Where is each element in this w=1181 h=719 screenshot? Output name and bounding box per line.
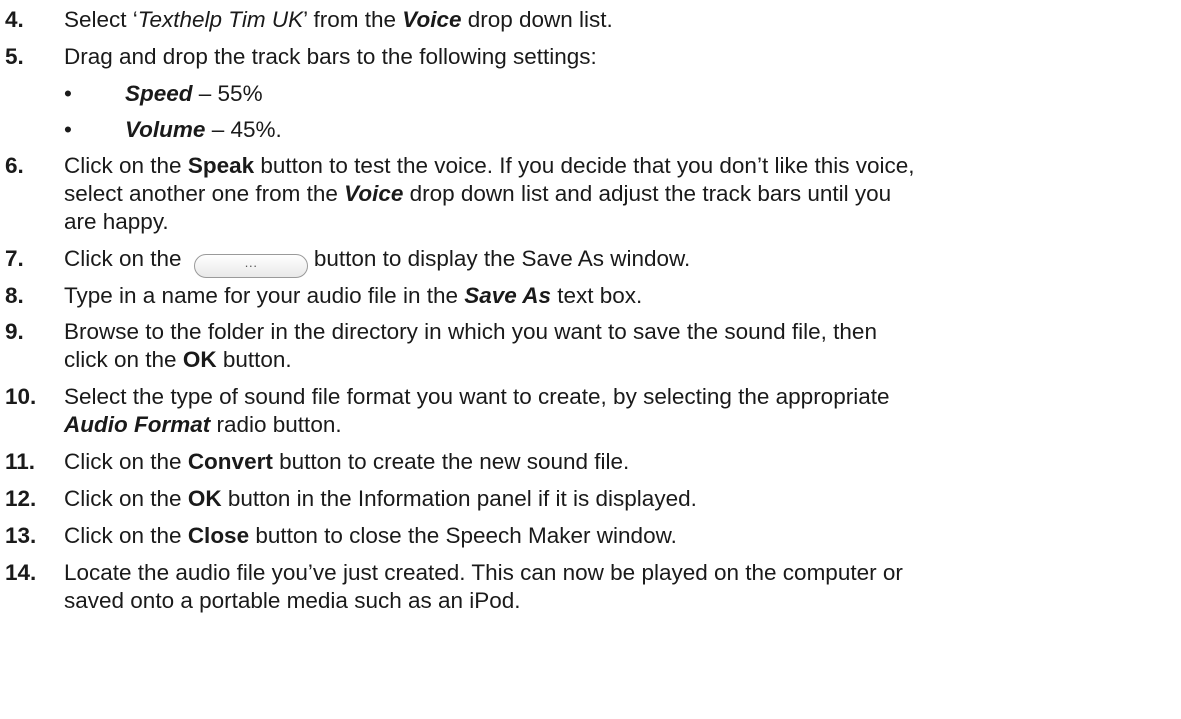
setting-label: Speed <box>125 81 193 106</box>
setting-label: Volume <box>125 117 206 142</box>
step-number: 14. <box>5 560 37 585</box>
step-number: 7. <box>5 246 24 271</box>
step-number: 10. <box>5 384 37 409</box>
step-text: Click on the Convert button to create th… <box>64 449 630 474</box>
step-text: Drag and drop the track bars to the foll… <box>64 44 597 69</box>
step-text: Type in a name for your audio file in th… <box>64 283 643 308</box>
setting-value: – 55% <box>192 81 263 106</box>
step-number: 11. <box>5 449 36 474</box>
bullet-icon: • <box>64 117 72 142</box>
step-text: Browse to the folder in the directory in… <box>64 319 877 372</box>
step-text: Locate the audio file you’ve just create… <box>64 560 903 613</box>
step-text: Click on the OK button in the Informatio… <box>64 486 697 511</box>
setting-value: – 45%. <box>205 117 282 142</box>
browse-ellipsis-button[interactable]: ··· <box>193 254 308 278</box>
step-number: 9. <box>5 319 24 344</box>
step-text: Click on the ··· button to display the Sa… <box>64 245 1174 278</box>
step-text: Select ‘Texthelp Tim UK’ from the Voice … <box>64 7 613 32</box>
step-number: 13. <box>5 523 37 548</box>
step-number: 6. <box>5 153 24 178</box>
bullet-icon: • <box>64 81 72 106</box>
step-number: 12. <box>5 486 37 511</box>
step-text: Click on the Close button to close the S… <box>64 523 677 548</box>
step-text: Select the type of sound file format you… <box>64 384 890 437</box>
step-number: 5. <box>5 44 24 69</box>
step-number: 8. <box>5 283 24 308</box>
step-number: 4. <box>5 7 24 32</box>
step-text: Click on the Speak button to test the vo… <box>64 153 915 234</box>
